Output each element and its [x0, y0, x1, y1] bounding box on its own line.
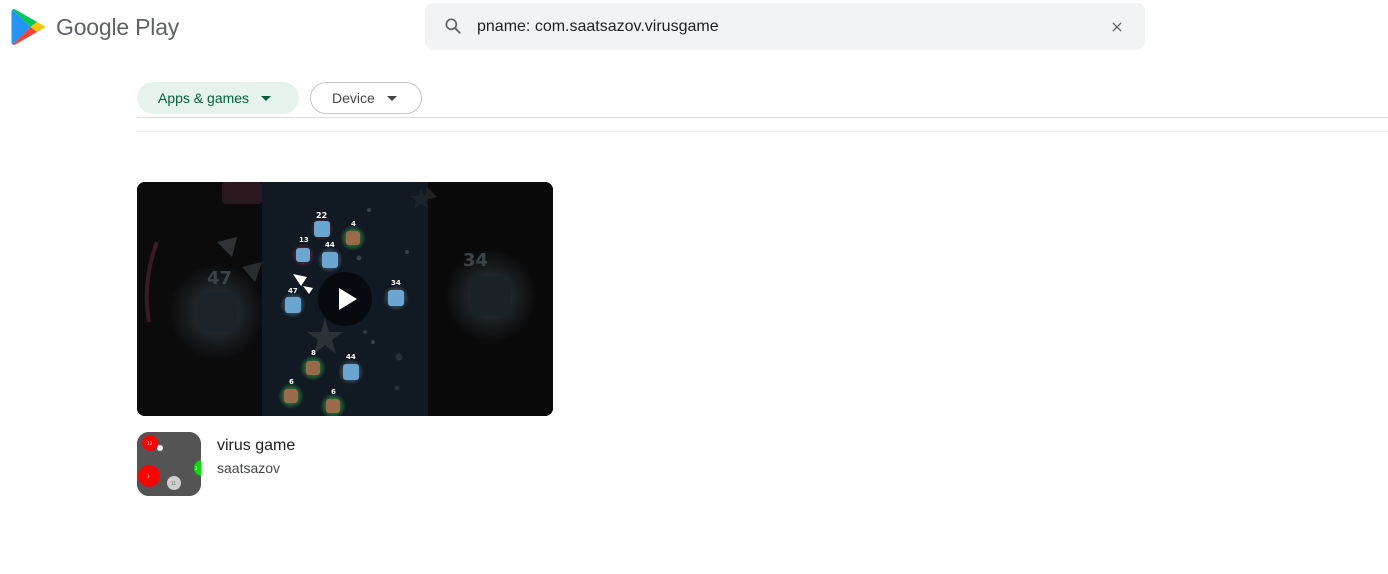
svg-text:6: 6: [289, 378, 294, 386]
svg-text:13: 13: [147, 441, 153, 446]
app-info-row[interactable]: 13 3 11 2 virus game saatsazov: [137, 432, 553, 496]
google-play-triangle-icon: [11, 9, 45, 45]
device-chip[interactable]: Device: [310, 82, 422, 114]
brand-name: Google Play: [56, 13, 180, 40]
svg-text:34: 34: [463, 250, 488, 271]
app-icon[interactable]: 13 3 11 2: [137, 432, 201, 496]
search-bar[interactable]: [425, 3, 1145, 50]
divider: [137, 117, 1388, 118]
svg-text:22: 22: [316, 211, 327, 220]
svg-text:13: 13: [299, 236, 309, 244]
dropdown-arrow-icon: [386, 95, 397, 101]
svg-text:4: 4: [351, 220, 356, 228]
filter-chips: Apps & games Device: [137, 82, 422, 114]
svg-text:8: 8: [311, 349, 316, 357]
app-result-card[interactable]: 47 34 22 4 13 44 47 34 8 44 6 6 13 3 11 …: [137, 182, 553, 496]
svg-text:47: 47: [207, 268, 232, 289]
virus-game-app-icon: 13 3 11 2: [137, 432, 201, 496]
search-input[interactable]: [477, 11, 1077, 42]
top-app-bar: Google Play: [0, 0, 1388, 56]
play-button[interactable]: [318, 272, 372, 326]
close-icon[interactable]: [1107, 17, 1127, 37]
svg-text:44: 44: [325, 241, 335, 249]
svg-text:47: 47: [288, 287, 298, 295]
search-icon[interactable]: [443, 16, 463, 36]
svg-text:34: 34: [391, 279, 401, 287]
video-preview[interactable]: 47 34 22 4 13 44 47 34 8 44 6 6: [137, 182, 553, 416]
dropdown-arrow-icon: [261, 95, 272, 101]
chip-label: Apps & games: [158, 90, 250, 106]
svg-text:11: 11: [171, 481, 177, 486]
svg-text:6: 6: [331, 388, 336, 396]
app-developer[interactable]: saatsazov: [217, 456, 295, 480]
chip-label: Device: [332, 90, 375, 106]
apps-and-games-chip[interactable]: Apps & games: [137, 82, 299, 114]
google-play-logo[interactable]: Google Play: [11, 7, 179, 47]
svg-text:44: 44: [346, 353, 356, 361]
app-title[interactable]: virus game: [217, 436, 295, 456]
divider: [137, 131, 1388, 132]
play-icon: [339, 288, 357, 310]
app-text: virus game saatsazov: [217, 436, 295, 496]
